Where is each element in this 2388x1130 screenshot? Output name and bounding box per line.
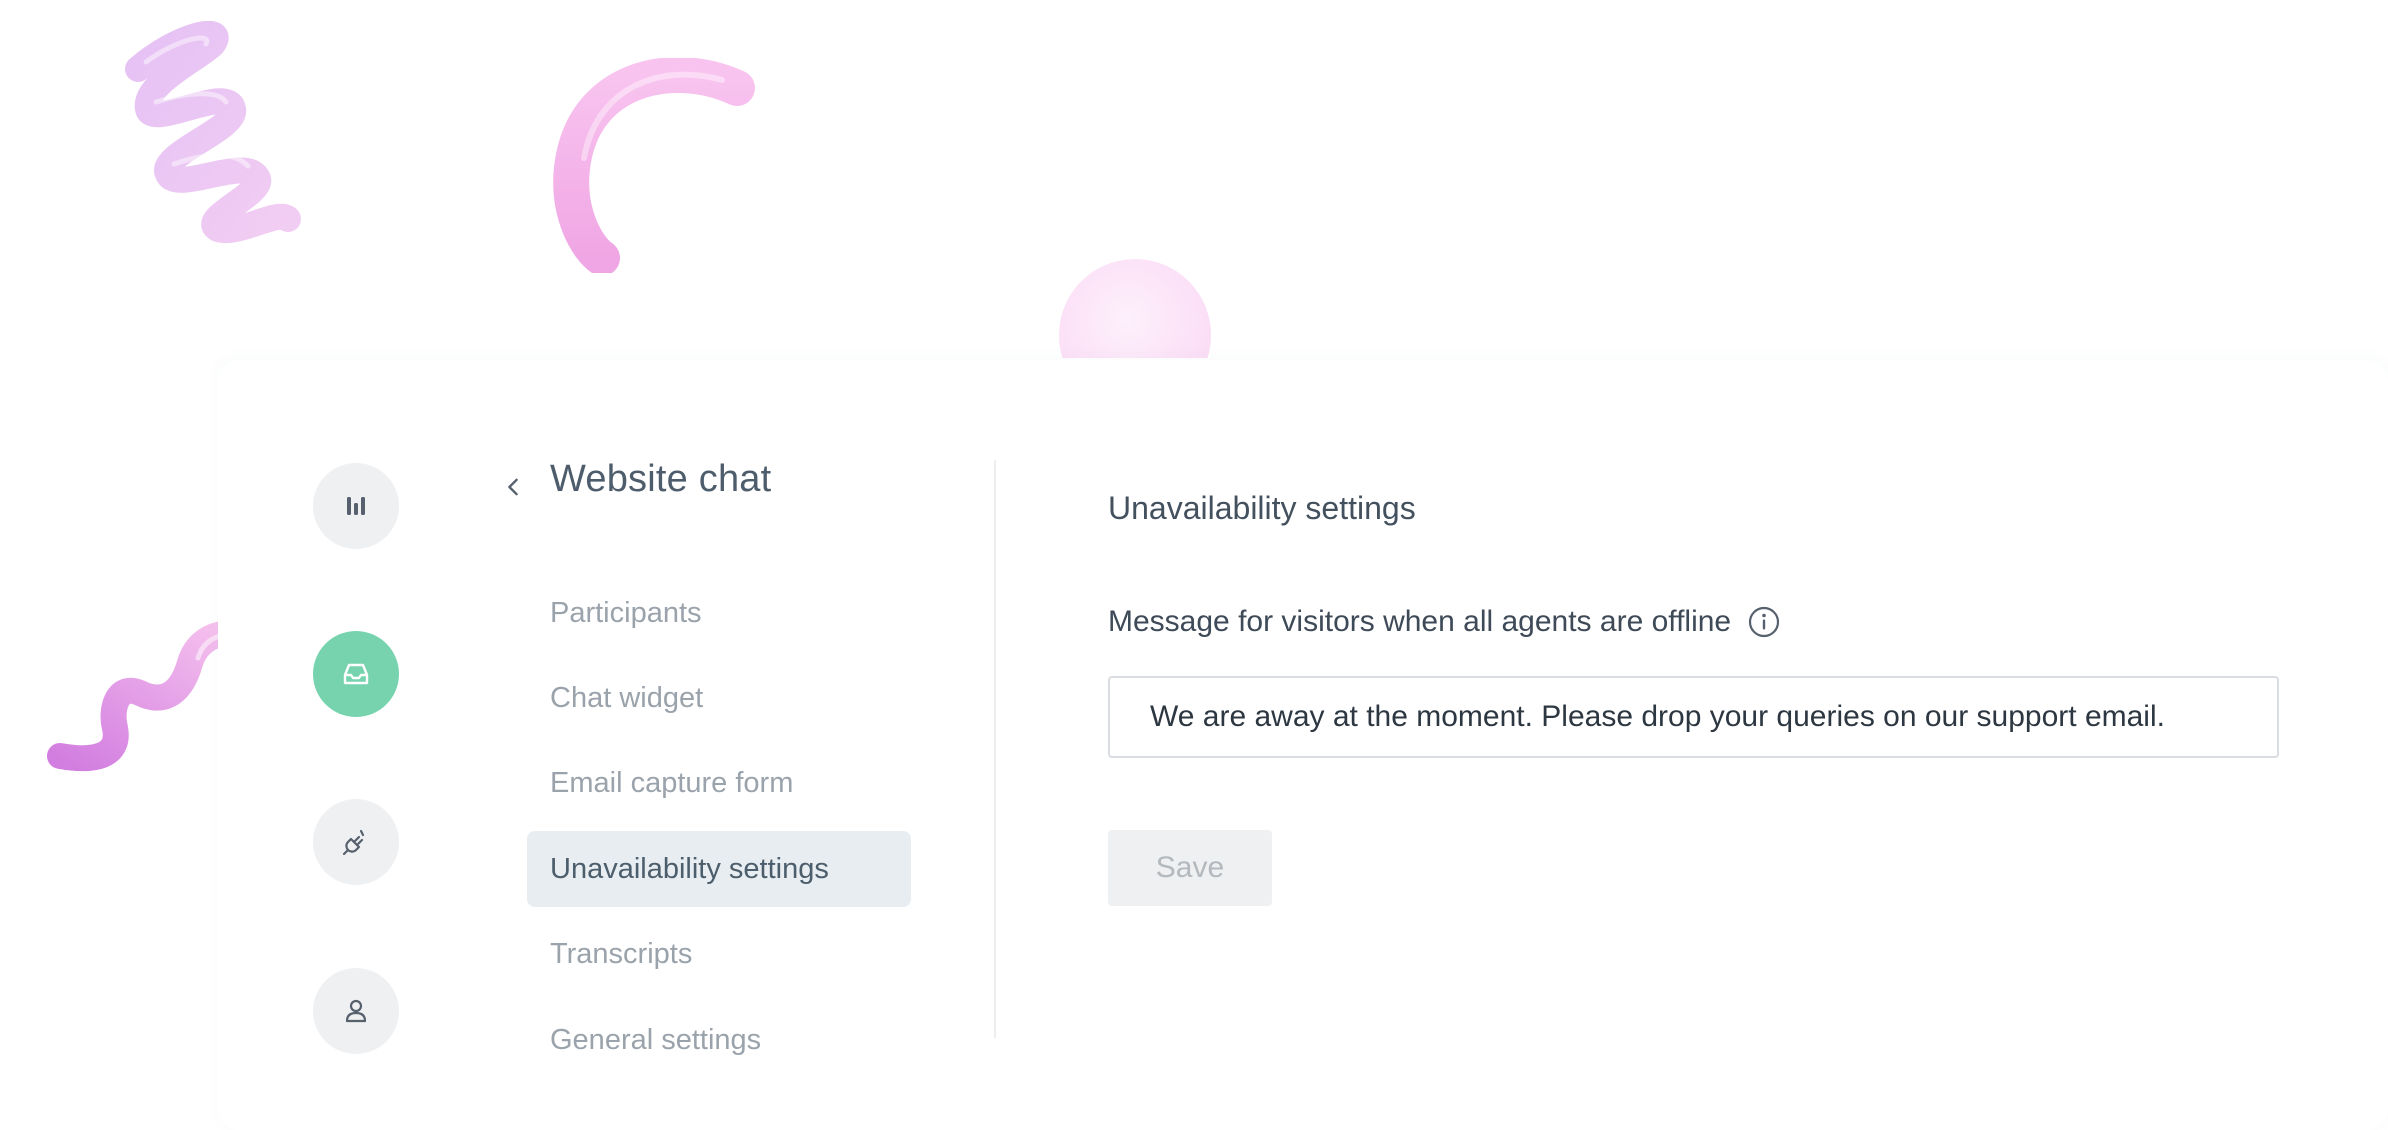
chevron-left-icon xyxy=(508,478,518,496)
offline-message-input[interactable] xyxy=(1108,676,2279,758)
rail-integrations-button[interactable] xyxy=(313,799,399,885)
nav-item-general-settings[interactable]: General settings xyxy=(527,1002,911,1078)
column-divider xyxy=(994,460,996,1038)
back-button[interactable] xyxy=(498,470,528,504)
rail-profile-button[interactable] xyxy=(313,968,399,1054)
nav-title: Website chat xyxy=(550,458,772,500)
nav-item-unavailability-settings[interactable]: Unavailability settings xyxy=(527,831,911,907)
decorative-spiral xyxy=(125,20,301,244)
plug-icon xyxy=(342,829,365,856)
save-button[interactable]: Save xyxy=(1108,830,1272,906)
section-title: Unavailability settings xyxy=(1108,490,1416,526)
inbox-icon xyxy=(343,663,369,685)
nav-item-chat-widget[interactable]: Chat widget xyxy=(527,660,911,736)
message-field-label-text: Message for visitors when all agents are… xyxy=(1108,605,1732,638)
rail-dashboard-button[interactable] xyxy=(313,463,399,549)
message-field-label: Message for visitors when all agents are… xyxy=(1108,605,1781,639)
bars-icon xyxy=(347,497,365,515)
nav-item-transcripts[interactable]: Transcripts xyxy=(527,916,911,992)
nav-item-participants[interactable]: Participants xyxy=(527,575,911,651)
rail-inbox-button[interactable] xyxy=(313,631,399,717)
decorative-ball xyxy=(1058,258,1212,358)
info-icon[interactable] xyxy=(1747,605,1781,639)
nav-item-email-capture-form[interactable]: Email capture form xyxy=(527,745,911,821)
user-icon xyxy=(345,999,367,1023)
decorative-arc xyxy=(553,58,755,273)
